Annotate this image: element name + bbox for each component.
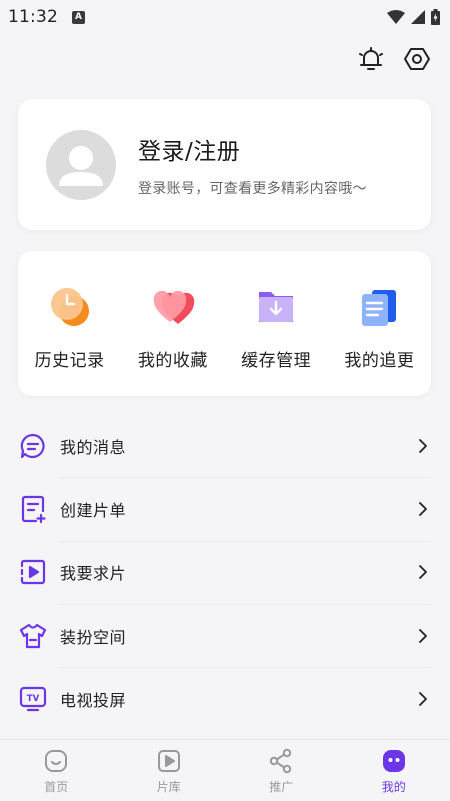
nav-promote[interactable]: 推广 <box>225 740 338 801</box>
video-library-icon <box>156 748 182 774</box>
shortcut-label: 我的追更 <box>344 351 415 371</box>
status-bar: 11:32 A <box>0 0 450 34</box>
wifi-icon <box>387 10 405 24</box>
chevron-right-icon <box>415 691 431 707</box>
header-actions <box>356 44 432 74</box>
signal-icon <box>411 10 425 24</box>
history-clock-icon <box>46 283 94 331</box>
menu-label: 我的消息 <box>60 437 127 457</box>
login-hint: 登录账号，可查看更多精彩内容哦～ <box>138 180 367 197</box>
nav-label: 我的 <box>381 780 406 794</box>
menu-item-dress-up[interactable]: 装扮空间 <box>18 603 431 667</box>
menu-label: 我要求片 <box>60 564 127 584</box>
login-card[interactable]: 登录/注册 登录账号，可查看更多精彩内容哦～ <box>18 99 431 230</box>
nav-label: 推广 <box>269 780 294 794</box>
profile-mascot-icon <box>381 748 407 774</box>
status-time: 11:32 <box>8 7 58 27</box>
menu-item-create-list[interactable]: 创建片单 <box>18 477 431 540</box>
menu-label: 电视投屏 <box>60 690 127 710</box>
chevron-right-icon <box>415 564 431 580</box>
nav-label: 片库 <box>156 780 181 794</box>
shortcut-cache[interactable]: 缓存管理 <box>226 283 326 396</box>
battery-icon <box>431 9 440 25</box>
document-follow-icon <box>355 283 403 331</box>
menu-item-messages[interactable]: 我的消息 <box>18 414 431 477</box>
message-bubble-icon <box>18 431 48 461</box>
nav-library[interactable]: 片库 <box>113 740 226 801</box>
shortcut-history[interactable]: 历史记录 <box>20 283 120 396</box>
shortcut-label: 我的收藏 <box>137 351 208 371</box>
notification-bell-button[interactable] <box>356 44 386 74</box>
login-register-title[interactable]: 登录/注册 <box>138 132 367 166</box>
nav-mine[interactable]: 我的 <box>338 740 450 801</box>
menu-label: 创建片单 <box>60 500 127 520</box>
default-avatar-icon <box>59 145 103 186</box>
request-video-icon <box>18 557 48 587</box>
nav-label: 首页 <box>44 780 69 794</box>
bell-icon <box>359 47 383 70</box>
settings-button[interactable] <box>402 44 432 74</box>
menu-list: 我的消息 创建片单 我要求片 装扮空间 TV 电视投屏 <box>18 414 431 730</box>
nav-home[interactable]: 首页 <box>0 740 113 801</box>
svg-text:TV: TV <box>27 694 40 704</box>
heart-favorites-icon <box>149 283 197 331</box>
status-indicators <box>387 9 440 25</box>
notification-icon: A <box>72 10 85 24</box>
shortcut-favorites[interactable]: 我的收藏 <box>123 283 223 396</box>
bottom-navigation: 首页 片库 推广 我的 <box>0 739 450 801</box>
shortcut-label: 历史记录 <box>34 351 105 371</box>
chevron-right-icon <box>415 501 431 517</box>
profile-text: 登录/注册 登录账号，可查看更多精彩内容哦～ <box>138 132 367 198</box>
chevron-right-icon <box>415 628 431 644</box>
home-face-icon <box>43 748 69 774</box>
menu-item-request-video[interactable]: 我要求片 <box>18 540 431 604</box>
menu-label: 装扮空间 <box>60 627 127 647</box>
shortcuts-card: 历史记录 我的收藏 缓存管理 我的追更 <box>18 251 431 396</box>
chevron-right-icon <box>415 438 431 454</box>
settings-hexagon-icon <box>404 48 430 70</box>
shortcut-follow[interactable]: 我的追更 <box>329 283 429 396</box>
create-list-icon <box>18 494 48 524</box>
share-icon <box>268 748 294 774</box>
tv-cast-icon: TV <box>18 684 48 714</box>
tshirt-icon <box>18 621 48 651</box>
avatar[interactable] <box>46 129 116 200</box>
shortcut-label: 缓存管理 <box>241 351 312 371</box>
download-folder-icon <box>252 283 300 331</box>
menu-item-tv-cast[interactable]: TV 电视投屏 <box>18 667 431 730</box>
